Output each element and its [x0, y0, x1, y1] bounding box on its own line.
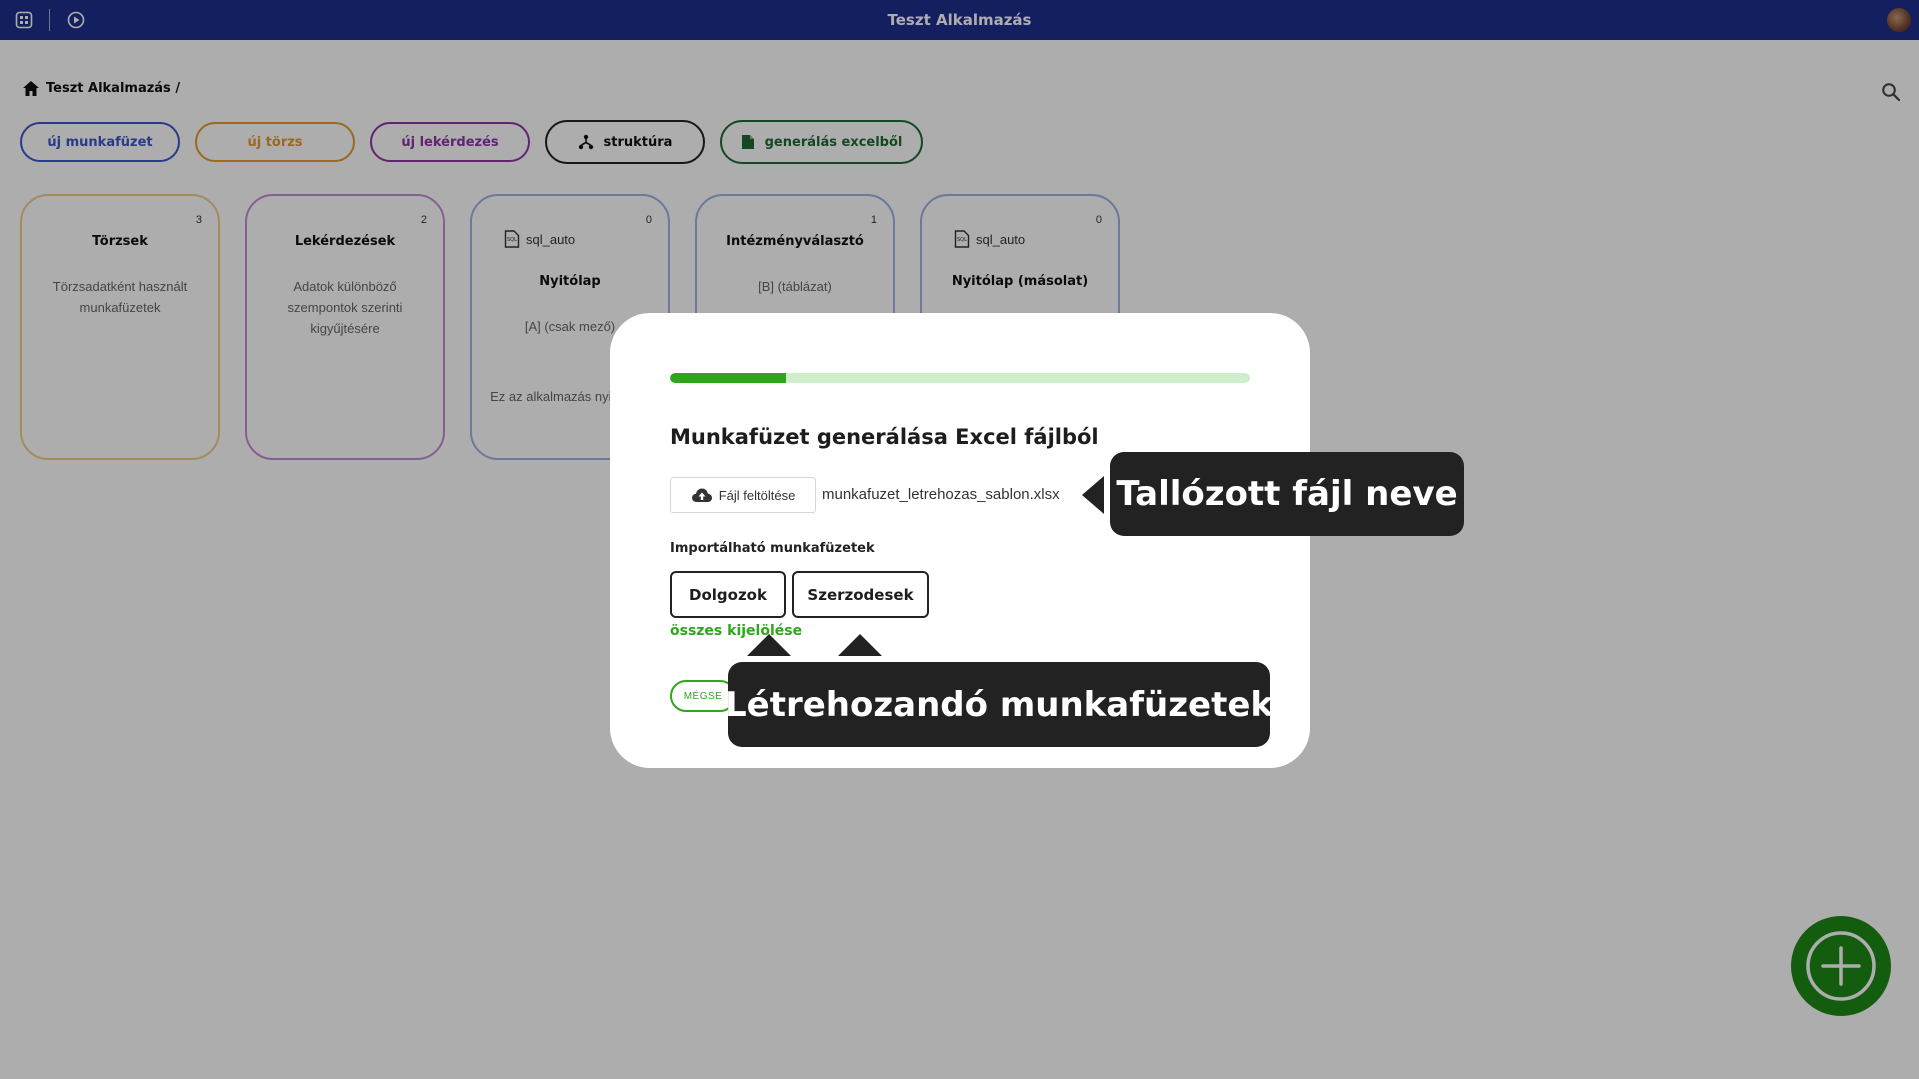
workbook-chip-label: Dolgozok: [689, 585, 767, 604]
tooltip-arrow: [747, 634, 791, 656]
workbook-chip-dolgozok[interactable]: Dolgozok: [670, 571, 786, 618]
file-upload-label: Fájl feltöltése: [718, 487, 796, 503]
progress-fill: [670, 373, 786, 383]
tooltip-text: Tallózott fájl neve: [1116, 474, 1458, 514]
file-upload-button[interactable]: Fájl feltöltése: [670, 477, 816, 513]
tooltip-file-name: Tallózott fájl neve: [1110, 452, 1464, 536]
cancel-label: MÉGSE: [683, 690, 723, 702]
dialog-title: Munkafüzet generálása Excel fájlból: [670, 425, 1099, 449]
workbook-chip-label: Szerzodesek: [807, 585, 914, 604]
importable-workbooks-label: Importálható munkafüzetek: [670, 541, 875, 556]
selected-file-name: munkafuzet_letrehozas_sablon.xlsx: [822, 486, 1060, 503]
tooltip-arrow: [1082, 476, 1104, 514]
progress-bar: [670, 373, 1250, 383]
workbook-chip-szerzodesek[interactable]: Szerzodesek: [792, 571, 929, 618]
tooltip-arrow: [838, 634, 882, 656]
tooltip-workbooks: Létrehozandó munkafüzetek: [725, 662, 1274, 747]
tooltip-text: Létrehozandó munkafüzetek: [725, 684, 1274, 725]
cloud-upload-icon: [691, 488, 712, 502]
